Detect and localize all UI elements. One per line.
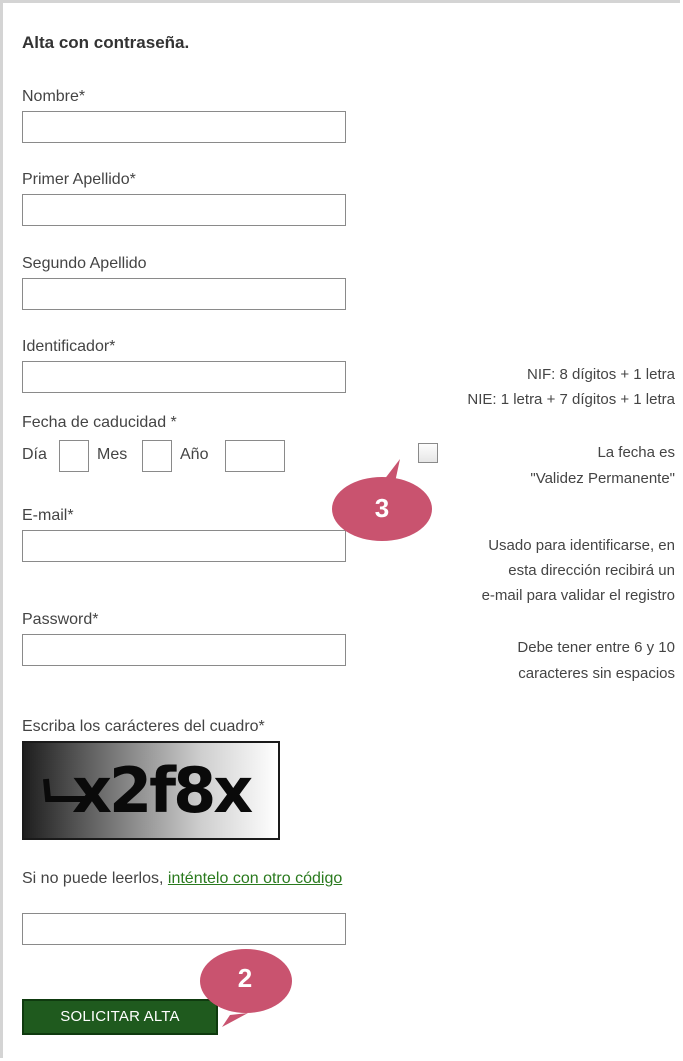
anio-label: Año xyxy=(180,446,209,463)
segundo-apellido-label: Segundo Apellido xyxy=(22,255,147,272)
dia-input[interactable] xyxy=(59,440,89,472)
nombre-label: Nombre* xyxy=(22,88,86,105)
captcha-retry-prefix: Si no puede leerlos, xyxy=(22,870,164,887)
email-help-line2: esta dirección recibirá un xyxy=(508,562,675,579)
solicitar-alta-button[interactable]: SOLICITAR ALTA xyxy=(22,999,218,1035)
password-input[interactable] xyxy=(22,634,346,666)
identificador-label: Identificador* xyxy=(22,338,116,355)
captcha-retry-link[interactable]: inténtelo con otro código xyxy=(168,870,342,887)
captcha-text: x2f8x xyxy=(72,754,253,827)
segundo-apellido-input[interactable] xyxy=(22,278,346,310)
primer-apellido-input[interactable] xyxy=(22,194,346,226)
identificador-input[interactable] xyxy=(22,361,346,393)
email-label: E-mail* xyxy=(22,507,74,524)
mes-label: Mes xyxy=(97,446,128,463)
nombre-input[interactable] xyxy=(22,111,346,143)
password-label: Password* xyxy=(22,611,99,628)
anio-input[interactable] xyxy=(225,440,285,472)
page-title: Alta con contraseña. xyxy=(22,33,190,52)
primer-apellido-label: Primer Apellido* xyxy=(22,171,136,188)
email-input[interactable] xyxy=(22,530,346,562)
captcha-input[interactable] xyxy=(22,913,346,945)
password-help-line2: caracteres sin espacios xyxy=(518,665,675,682)
password-help-line1: Debe tener entre 6 y 10 xyxy=(517,639,675,656)
validez-permanente-label-line2: "Validez Permanente" xyxy=(530,470,675,487)
captcha-retry-text: Si no puede leerlos, inténtelo con otro … xyxy=(22,870,342,888)
identificador-help-nie: NIE: 1 letra + 7 dígitos + 1 letra xyxy=(467,391,675,408)
validez-permanente-label-line1: La fecha es xyxy=(597,444,675,461)
mes-input[interactable] xyxy=(142,440,172,472)
captcha-image: x2f8x xyxy=(22,741,280,840)
callout-2-number: 2 xyxy=(237,963,253,993)
dia-label: Día xyxy=(22,446,47,463)
callout-3-number: 3 xyxy=(374,493,390,523)
identificador-help-nif: NIF: 8 dígitos + 1 letra xyxy=(527,366,675,383)
email-help-line3: e-mail para validar el registro xyxy=(481,587,675,604)
email-help-line1: Usado para identificarse, en xyxy=(488,537,675,554)
captcha-label: Escriba los carácteres del cuadro* xyxy=(22,718,265,735)
fecha-caducidad-label: Fecha de caducidad * xyxy=(22,414,177,431)
callout-2: 2 xyxy=(200,945,300,1030)
callout-3: 3 xyxy=(330,455,440,545)
